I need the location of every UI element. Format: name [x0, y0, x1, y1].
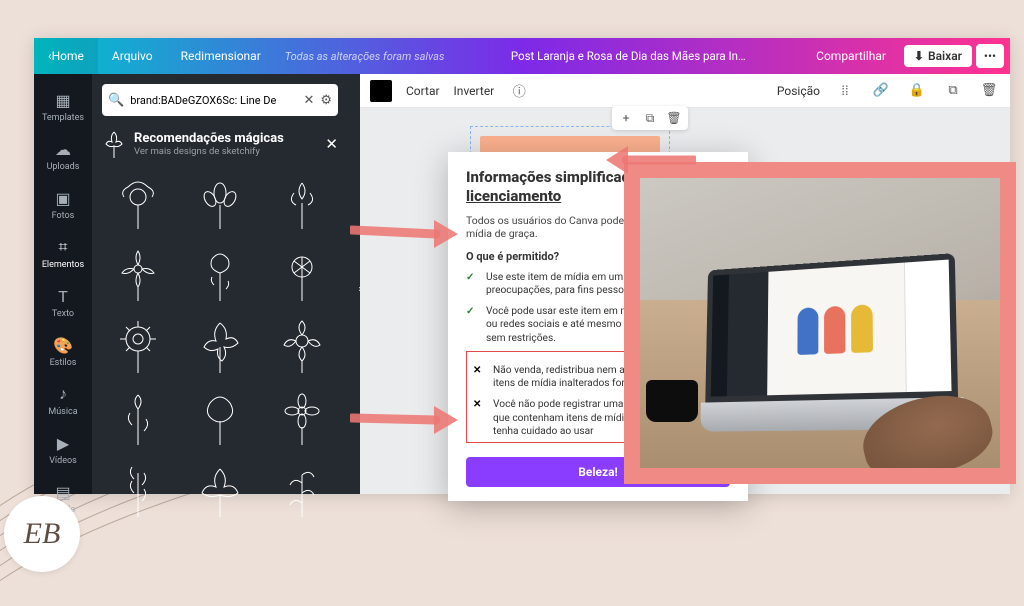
nav-musica[interactable]: ♪ Música	[34, 376, 92, 425]
element-item[interactable]	[184, 386, 256, 448]
flip-button[interactable]: Inverter	[454, 84, 495, 98]
element-item[interactable]	[266, 386, 338, 448]
nav-texto-label: Texto	[52, 309, 74, 319]
uploads-icon: ☁	[53, 139, 73, 159]
element-item[interactable]	[184, 242, 256, 304]
element-item[interactable]	[102, 242, 174, 304]
nav-musica-label: Música	[48, 407, 77, 417]
nav-fotos[interactable]: ▣ Fotos	[34, 180, 92, 229]
document-title[interactable]: Post Laranja e Rosa de Dia das Mães para…	[511, 49, 746, 63]
page-mini-toolbar: + ⧉ 🗑	[612, 106, 688, 130]
element-item[interactable]	[266, 242, 338, 304]
transparency-icon[interactable]: ⁞⁞	[834, 80, 856, 102]
duplicate-icon[interactable]: ⧉	[942, 80, 964, 102]
clear-search-icon[interactable]: ✕	[303, 93, 314, 108]
delete-icon[interactable]: 🗑	[978, 80, 1000, 102]
close-recommendations-icon[interactable]: ✕	[325, 135, 338, 153]
element-item[interactable]	[184, 170, 256, 232]
position-button[interactable]: Posição	[777, 84, 820, 98]
share-button[interactable]: Compartilhar	[802, 38, 900, 74]
flower-thumb-icon	[102, 130, 126, 158]
element-item[interactable]	[266, 314, 338, 376]
nav-texto[interactable]: T Texto	[34, 278, 92, 327]
crop-button[interactable]: Cortar	[406, 84, 440, 98]
check-icon: ✓	[466, 305, 478, 345]
templates-icon: ▦	[53, 90, 73, 110]
search-icon: 🔍	[108, 93, 124, 108]
info-icon[interactable]: ⓘ	[508, 80, 530, 102]
elementos-icon: ⌗	[53, 237, 73, 257]
download-button[interactable]: ⬇ Baixar	[904, 45, 972, 67]
side-panel: 🔍 ✕ ⚙ Recomendações mágicas Ver mais des…	[92, 74, 348, 494]
nav-estilos-label: Estilos	[50, 358, 77, 368]
element-item[interactable]	[266, 170, 338, 232]
search-input[interactable]	[130, 94, 297, 107]
fotos-icon: ▣	[53, 188, 73, 208]
nav-uploads-label: Uploads	[47, 162, 80, 172]
vertical-nav: ▦ Templates ☁ Uploads ▣ Fotos ⌗ Elementos TT…	[34, 74, 92, 494]
author-logo: EB	[4, 496, 80, 572]
filter-icon[interactable]: ⚙	[320, 93, 332, 108]
contextual-toolbar: Cortar Inverter ⓘ Posição ⁞⁞ 🔗 🔒 ⧉ 🗑	[360, 74, 1010, 108]
nav-fotos-label: Fotos	[52, 211, 75, 221]
estilos-icon: 🎨	[53, 335, 73, 355]
download-icon: ⬇	[914, 49, 924, 63]
element-item[interactable]	[102, 170, 174, 232]
nav-videos-label: Vídeos	[49, 456, 77, 466]
license-heading-line2: licenciamento	[466, 187, 561, 205]
element-item[interactable]	[184, 314, 256, 376]
videos-icon: ▶	[53, 433, 73, 453]
back-button[interactable]: ‹ Home	[34, 38, 98, 74]
magic-recommendations-header: Recomendações mágicas Ver mais designs d…	[102, 130, 338, 158]
element-item[interactable]	[102, 386, 174, 448]
x-icon: ✕	[473, 398, 485, 438]
nav-uploads[interactable]: ☁ Uploads	[34, 131, 92, 180]
lock-icon[interactable]: 🔒	[906, 80, 928, 102]
home-label: Home	[52, 49, 84, 63]
laptop-photo	[640, 178, 1000, 468]
illustration-card	[624, 162, 1016, 484]
coffee-mug	[646, 380, 698, 422]
resize-menu[interactable]: Redimensionar	[167, 38, 275, 74]
nav-elementos-label: Elementos	[42, 260, 84, 270]
duplicate-page-icon[interactable]: ⧉	[641, 109, 659, 127]
download-label: Baixar	[928, 49, 962, 63]
texto-icon: T	[53, 286, 73, 306]
autosave-status: Todas as alterações foram salvas	[275, 50, 455, 63]
nav-elementos[interactable]: ⌗ Elementos	[34, 229, 92, 278]
element-item[interactable]	[184, 458, 256, 520]
elements-grid	[102, 170, 338, 520]
file-menu[interactable]: Arquivo	[98, 38, 167, 74]
check-icon: ✓	[466, 271, 478, 298]
search-box[interactable]: 🔍 ✕ ⚙	[102, 84, 338, 116]
nav-estilos[interactable]: 🎨 Estilos	[34, 327, 92, 376]
element-item[interactable]	[102, 458, 174, 520]
top-bar: ‹ Home Arquivo Redimensionar Todas as al…	[34, 38, 1010, 74]
recommendations-title: Recomendações mágicas	[134, 131, 284, 146]
element-item[interactable]	[102, 314, 174, 376]
more-menu-button[interactable]: •••	[976, 44, 1004, 68]
recommendations-subtitle: Ver mais designs de sketchify	[134, 146, 284, 157]
nav-templates-label: Templates	[42, 113, 84, 123]
delete-page-icon[interactable]: 🗑	[665, 109, 683, 127]
add-page-icon[interactable]: +	[617, 109, 635, 127]
collapse-panel-handle[interactable]	[348, 74, 360, 494]
link-icon[interactable]: 🔗	[870, 80, 892, 102]
nav-videos[interactable]: ▶ Vídeos	[34, 425, 92, 474]
x-icon: ✕	[473, 364, 485, 391]
nav-templates[interactable]: ▦ Templates	[34, 82, 92, 131]
element-item[interactable]	[266, 458, 338, 520]
musica-icon: ♪	[53, 384, 73, 404]
color-swatch[interactable]	[370, 80, 392, 102]
